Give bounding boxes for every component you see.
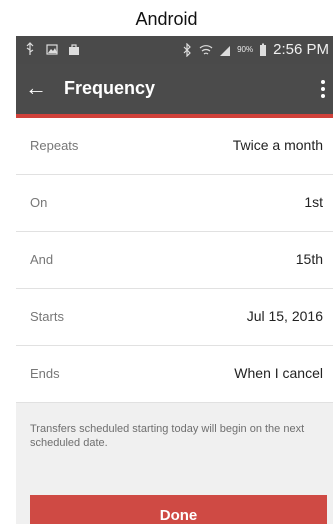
repeats-value: Twice a month xyxy=(232,137,323,153)
app-bar: ← Frequency xyxy=(16,64,333,118)
repeats-label: Repeats xyxy=(30,138,79,153)
usb-icon xyxy=(26,42,34,55)
status-time: 2:56 PM xyxy=(273,41,329,58)
and-row[interactable]: And 15th xyxy=(16,232,333,289)
on-label: On xyxy=(30,195,48,210)
frequency-settings-list: Repeats Twice a month On 1st And 15th St… xyxy=(16,118,333,403)
phone-screen: 90% 2:56 PM ← Frequency Repeats Twice a … xyxy=(16,36,333,524)
ends-row[interactable]: Ends When I cancel xyxy=(16,346,333,403)
status-system: 90% 2:56 PM xyxy=(181,41,329,58)
repeats-row[interactable]: Repeats Twice a month xyxy=(16,118,333,175)
signal-icon xyxy=(220,45,231,56)
status-notifications xyxy=(24,42,80,56)
bluetooth-icon xyxy=(183,42,191,57)
starts-value: Jul 15, 2016 xyxy=(246,308,323,324)
overflow-menu-icon[interactable] xyxy=(315,74,331,104)
done-button[interactable]: Done xyxy=(30,495,327,524)
status-bar: 90% 2:56 PM xyxy=(16,36,333,64)
starts-row[interactable]: Starts Jul 15, 2016 xyxy=(16,289,333,346)
schedule-note: Transfers scheduled starting today will … xyxy=(30,423,305,449)
battery-icon xyxy=(260,43,267,56)
image-icon xyxy=(46,44,58,55)
wifi-icon xyxy=(199,44,213,55)
and-label: And xyxy=(30,252,54,267)
platform-caption: Android xyxy=(135,9,198,29)
ends-value: When I cancel xyxy=(234,365,323,381)
page-title: Frequency xyxy=(64,78,156,98)
starts-label: Starts xyxy=(30,309,64,324)
battery-percent: 90% xyxy=(237,45,254,54)
on-value: 1st xyxy=(304,194,323,210)
back-arrow-icon[interactable]: ← xyxy=(20,74,52,104)
ends-label: Ends xyxy=(30,366,60,381)
on-row[interactable]: On 1st xyxy=(16,175,333,232)
shopping-bag-icon xyxy=(69,44,79,55)
and-value: 15th xyxy=(295,251,323,267)
